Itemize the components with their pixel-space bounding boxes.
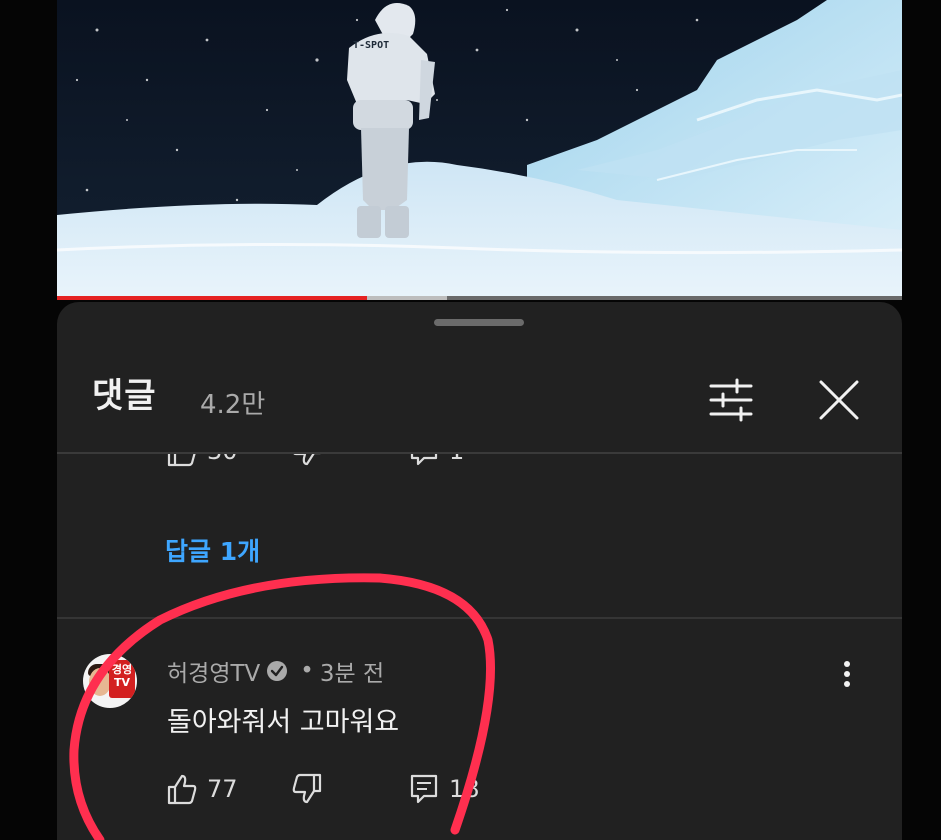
previous-comment-actions: 30 1	[57, 454, 902, 482]
thumbs-up-icon	[167, 774, 197, 805]
avatar[interactable]: 경영 TV	[83, 654, 137, 708]
verified-check-icon	[267, 661, 288, 681]
comments-title: 댓글	[92, 376, 157, 416]
thumbs-up-icon	[167, 454, 196, 467]
thumbs-down-icon	[293, 454, 321, 466]
previous-reply-button[interactable]: 1	[407, 454, 464, 468]
like-button[interactable]: 77	[165, 772, 238, 806]
close-button[interactable]	[815, 376, 863, 424]
video-progress-bar[interactable]	[57, 296, 902, 300]
previous-like-button[interactable]: 30	[165, 454, 238, 468]
more-vertical-icon	[844, 661, 850, 687]
comment-time: 3분 전	[319, 661, 385, 687]
comment-more-button[interactable]	[833, 656, 861, 692]
sliders-icon	[709, 378, 753, 422]
comment-text: 돌아와줘서 고마워요	[167, 707, 400, 738]
progress-played	[57, 296, 368, 300]
comments-sheet: 댓글 4.2만 답글 1개 경영 TV 허경영TV • 3분 전 돌아와줘서 고…	[57, 302, 902, 840]
dislike-button[interactable]	[290, 772, 324, 806]
comment-author[interactable]: 허경영TV	[167, 654, 260, 688]
reply-button[interactable]: 18	[407, 772, 480, 806]
comment-icon	[410, 454, 438, 466]
avatar-badge: 경영 TV	[109, 660, 135, 698]
video-player[interactable]: T-SPOT	[57, 0, 902, 300]
drag-handle[interactable]	[434, 319, 524, 326]
jacket-text: T-SPOT	[353, 40, 389, 51]
like-count: 77	[207, 775, 238, 803]
comment-divider	[57, 617, 902, 619]
previous-reply-count: 1	[449, 454, 464, 465]
video-frame-scene: T-SPOT	[57, 0, 902, 300]
close-icon	[819, 380, 859, 420]
previous-dislike-button[interactable]	[290, 454, 324, 468]
previous-like-count: 30	[207, 454, 238, 465]
filter-button[interactable]	[707, 376, 755, 424]
thumbs-down-icon	[292, 773, 322, 804]
reply-count: 18	[449, 775, 480, 803]
comment-icon	[410, 774, 438, 804]
comments-count: 4.2만	[200, 390, 266, 420]
comment-meta: 허경영TV • 3분 전	[167, 654, 384, 688]
meta-separator: •	[300, 658, 314, 684]
view-replies-link[interactable]: 답글 1개	[165, 532, 260, 568]
